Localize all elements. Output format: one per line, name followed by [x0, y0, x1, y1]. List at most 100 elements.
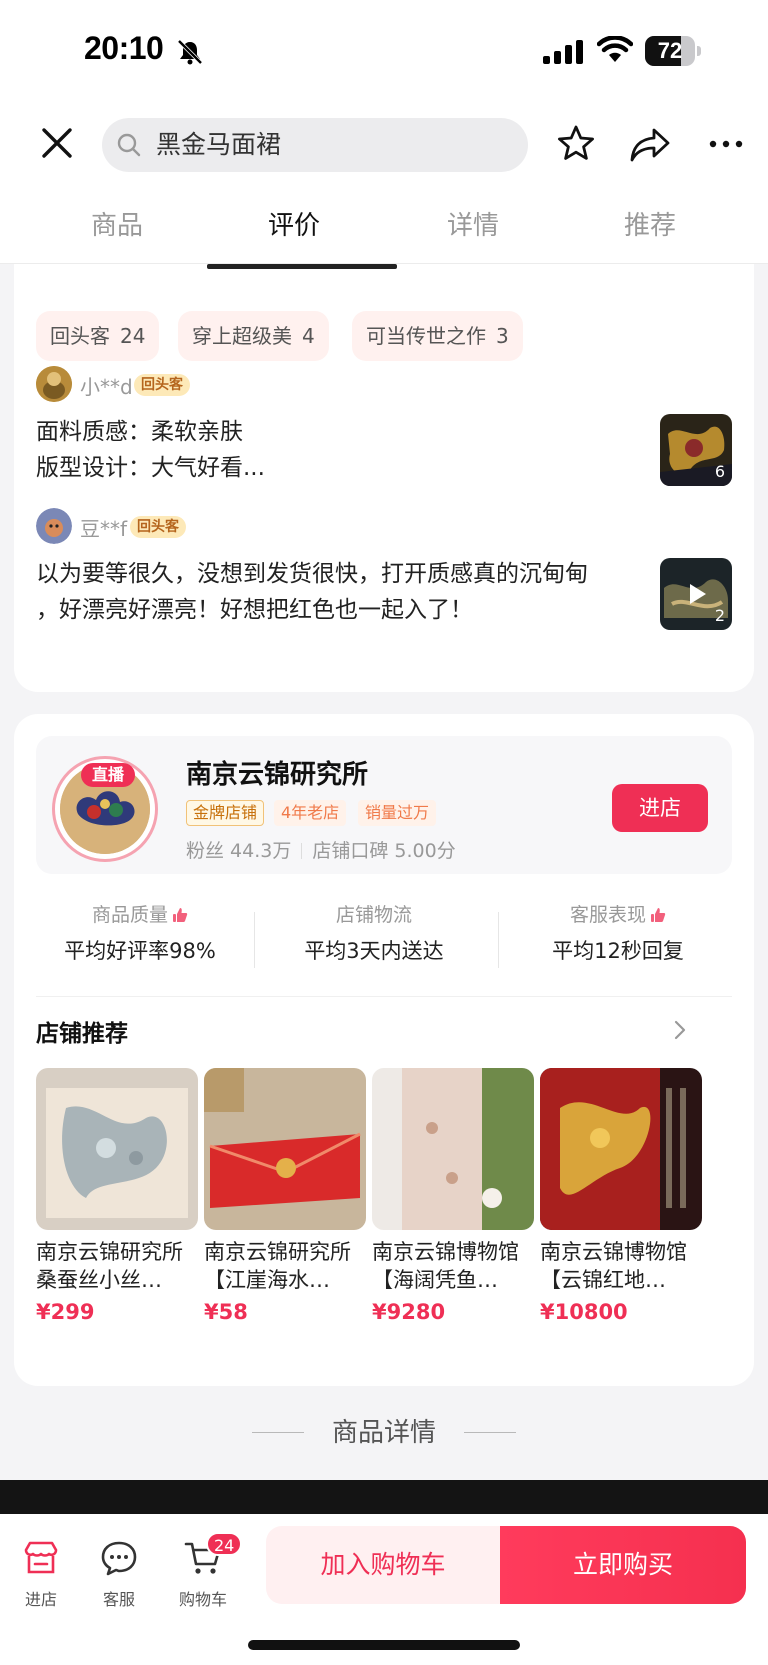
metric-value: 平均好评率98%: [64, 939, 216, 963]
review-line: ，好漂亮好漂亮！好想把红色也一起入了！: [36, 597, 473, 623]
product-price: ¥10800: [540, 1300, 628, 1324]
status-bar: 20:10 72: [0, 0, 768, 104]
review-tag-count: 4: [302, 324, 315, 348]
product-price: ¥299: [36, 1300, 95, 1324]
product-card[interactable]: 南京云锦博物馆【云锦红地… ¥10800: [540, 1068, 702, 1324]
cart-nav-button[interactable]: 24 购物车: [168, 1532, 243, 1610]
store-nav-button[interactable]: 进店: [6, 1538, 76, 1610]
product-price: ¥58: [204, 1300, 248, 1324]
product-card[interactable]: 南京云锦博物馆【海阔凭鱼… ¥9280: [372, 1068, 534, 1324]
search-input[interactable]: 黑金马面裙: [102, 118, 528, 172]
photo-count: 6: [714, 462, 725, 481]
avatar[interactable]: [36, 508, 72, 544]
review-tag-label: 可当传世之作: [366, 324, 486, 348]
search-icon: [117, 133, 141, 157]
product-image[interactable]: [372, 1068, 534, 1230]
tab-details[interactable]: 详情: [413, 196, 533, 256]
product-image[interactable]: [204, 1068, 366, 1230]
store-stats: 粉丝 44.3万 店铺口碑 5.00分: [186, 836, 456, 863]
metric-service: 客服表现 平均12秒回复: [502, 900, 734, 965]
store-header[interactable]: 直播 南京云锦研究所 金牌店铺 4年老店 销量过万 粉丝 44.3万 店铺口碑 5…: [36, 736, 732, 874]
metric-value: 平均3天内送达: [304, 939, 444, 963]
tab-recommend[interactable]: 推荐: [590, 196, 710, 256]
favorite-star-icon[interactable]: [556, 124, 596, 164]
review-photo-thumb[interactable]: 6: [660, 414, 732, 486]
review-line: 版型设计：大气好看...: [36, 455, 265, 481]
tab-reviews[interactable]: 评价: [234, 196, 354, 256]
close-icon[interactable]: [36, 122, 78, 164]
review-tag[interactable]: 穿上超级美 4: [178, 311, 329, 361]
metric-label: 客服表现: [569, 904, 646, 926]
gold-store-badge: 金牌店铺: [186, 800, 265, 826]
top-nav: 黑金马面裙 商品 评价 详情 推荐: [0, 104, 768, 264]
status-time: 20:10: [84, 30, 164, 66]
metric-label: 店铺物流: [335, 904, 412, 926]
store-recommend-title: 店铺推荐: [36, 1021, 128, 1047]
scroll-cut-underline: [207, 264, 397, 269]
review-tag-label: 回头客: [50, 324, 110, 348]
metric-label: 商品质量: [91, 904, 168, 926]
chevron-right-icon[interactable]: [670, 1016, 690, 1044]
review-text: 面料质感：柔软亲肤 版型设计：大气好看...: [36, 414, 265, 486]
product-card[interactable]: 南京云锦研究所桑蚕丝小丝… ¥299: [36, 1068, 198, 1324]
store-fans: 粉丝 44.3万: [186, 840, 292, 862]
returning-customer-badge: 回头客: [134, 374, 190, 396]
store-name: 南京云锦研究所: [186, 760, 369, 790]
product-name: 南京云锦研究所桑蚕丝小丝…: [36, 1240, 183, 1292]
search-query: 黑金马面裙: [156, 130, 282, 159]
thumbs-up-icon: [173, 908, 188, 922]
cart-nav-label: 购物车: [178, 1590, 227, 1609]
chat-icon: [101, 1541, 137, 1576]
buy-now-button[interactable]: 立即购买: [500, 1526, 746, 1604]
battery-indicator: 72: [645, 36, 701, 66]
add-to-cart-button[interactable]: 加入购物车: [266, 1526, 500, 1604]
cart-count-badge: 24: [206, 1532, 243, 1556]
product-image[interactable]: [36, 1068, 198, 1230]
reviews-card: 回头客 24 穿上超级美 4 可当传世之作 3 小**d 回头客 面料质感：柔软亲肤 …: [14, 264, 754, 692]
store-icon: [24, 1541, 58, 1574]
enter-store-button[interactable]: 进店: [612, 784, 708, 832]
avatar[interactable]: [36, 366, 72, 402]
review-line: 以为要等很久，没想到发货很快，打开质感真的沉甸甸: [36, 561, 588, 587]
sales-badge: 销量过万: [358, 800, 437, 826]
review-video-thumb[interactable]: 2: [660, 558, 732, 630]
reviewer-name: 小**d: [80, 375, 133, 399]
live-badge: 直播: [81, 763, 135, 787]
product-detail-heading: 商品详情: [331, 1418, 436, 1448]
video-count: 2: [714, 606, 725, 625]
product-name: 南京云锦博物馆【云锦红地…: [540, 1240, 687, 1292]
home-indicator[interactable]: [248, 1640, 520, 1650]
battery-level: 72: [657, 38, 683, 63]
store-card: 直播 南京云锦研究所 金牌店铺 4年老店 销量过万 粉丝 44.3万 店铺口碑 5…: [14, 714, 754, 1386]
bell-off-icon: [177, 39, 203, 65]
review-line: 面料质感：柔软亲肤: [36, 419, 243, 445]
detail-image-top: [0, 1480, 768, 1514]
review-text: 以为要等很久，没想到发货很快，打开质感真的沉甸甸 ，好漂亮好漂亮！好想把红色也一…: [36, 556, 588, 628]
thumbs-up-icon: [651, 908, 666, 922]
product-name: 南京云锦博物馆【海阔凭鱼…: [372, 1240, 519, 1292]
share-icon[interactable]: [628, 126, 672, 164]
store-nav-label: 进店: [24, 1590, 57, 1609]
more-options-icon[interactable]: [706, 124, 746, 164]
store-logo[interactable]: 直播: [52, 756, 158, 862]
metric-logistics: 店铺物流 平均3天内送达: [258, 900, 490, 965]
review-tag-count: 3: [496, 324, 509, 348]
tab-bar: 商品 评价 详情 推荐: [0, 196, 768, 256]
product-price: ¥9280: [372, 1300, 446, 1324]
customer-service-label: 客服: [102, 1590, 135, 1609]
wifi-icon: [597, 36, 633, 62]
reviewer-name: 豆**f: [80, 517, 128, 541]
divider-line: [464, 1432, 516, 1433]
store-reputation: 店铺口碑 5.00分: [312, 840, 456, 862]
review-tag[interactable]: 可当传世之作 3: [352, 311, 523, 361]
review-tag-label: 穿上超级美: [192, 324, 292, 348]
product-image[interactable]: [540, 1068, 702, 1230]
metric-quality: 商品质量 平均好评率98%: [24, 900, 256, 965]
review-tag[interactable]: 回头客 24: [36, 311, 160, 361]
customer-service-button[interactable]: 客服: [84, 1538, 154, 1610]
product-card[interactable]: 南京云锦研究所【江崖海水… ¥58: [204, 1068, 366, 1324]
tab-products[interactable]: 商品: [57, 196, 177, 256]
cellular-signal-icon: [543, 40, 583, 64]
store-age-badge: 4年老店: [274, 800, 347, 826]
returning-customer-badge: 回头客: [130, 516, 186, 538]
